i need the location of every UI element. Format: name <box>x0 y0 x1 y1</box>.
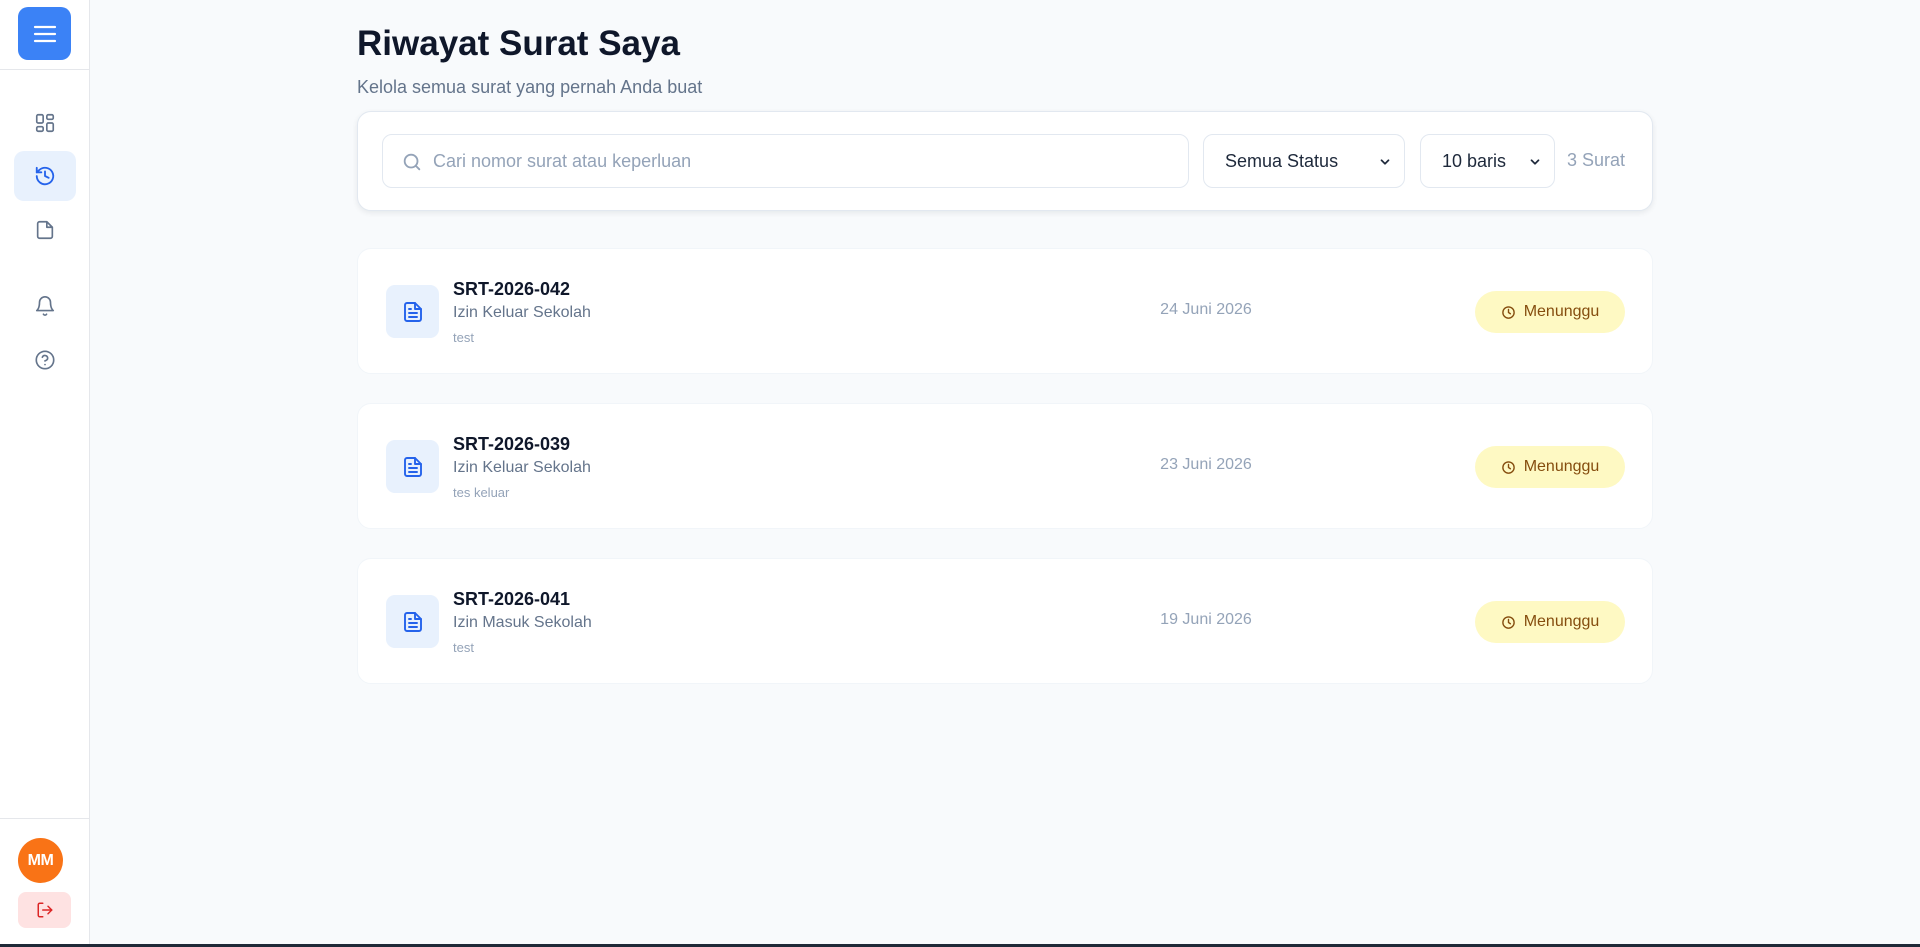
letter-date: 23 Juni 2026 <box>1160 456 1252 473</box>
filter-bar: Semua Status 10 baris 3 Surat <box>357 111 1653 211</box>
rows-per-page-select[interactable]: 10 baris <box>1420 134 1555 188</box>
status-badge: Menunggu <box>1475 291 1625 333</box>
chevron-down-icon <box>1380 159 1390 165</box>
search-icon <box>403 153 421 171</box>
clock-icon <box>1501 615 1515 629</box>
letter-icon-tile <box>386 285 439 338</box>
logout-button[interactable] <box>18 892 71 928</box>
help-icon <box>35 350 55 370</box>
menu-button[interactable] <box>18 7 71 60</box>
letter-note: test <box>453 640 474 655</box>
dashboard-icon <box>35 113 55 133</box>
letter-number: SRT-2026-039 <box>453 434 571 454</box>
rows-per-page-value: 10 baris <box>1442 150 1507 171</box>
letter-count: 3 Surat <box>1567 150 1626 170</box>
status-filter-value: Semua Status <box>1225 150 1339 171</box>
letter-type: Izin Keluar Sekolah <box>453 304 591 321</box>
sidebar-item-document[interactable] <box>14 205 76 255</box>
sidebar-item-dashboard[interactable] <box>14 98 76 148</box>
bell-icon <box>35 296 55 316</box>
menu-icon <box>33 25 56 42</box>
history-icon <box>35 166 55 186</box>
sidebar-item-history[interactable] <box>14 151 76 201</box>
status-label: Menunggu <box>1523 458 1600 475</box>
letter-card[interactable]: SRT-2026-042 Izin Keluar Sekolah test 24… <box>357 248 1653 374</box>
search-input[interactable] <box>433 135 1173 187</box>
sidebar-divider <box>0 69 90 70</box>
logout-icon <box>37 902 52 918</box>
user-avatar[interactable]: MM <box>18 838 63 883</box>
status-badge: Menunggu <box>1475 446 1625 488</box>
letter-date: 24 Juni 2026 <box>1160 301 1252 318</box>
status-label: Menunggu <box>1523 303 1600 320</box>
sidebar-item-notifications[interactable] <box>14 281 76 331</box>
status-label: Menunggu <box>1523 613 1600 630</box>
letter-card[interactable]: SRT-2026-041 Izin Masuk Sekolah test 19 … <box>357 558 1653 684</box>
file-text-icon <box>403 456 422 477</box>
letter-number: SRT-2026-042 <box>453 279 571 299</box>
file-text-icon <box>403 611 422 632</box>
letter-type: Izin Keluar Sekolah <box>453 459 591 476</box>
letter-note: test <box>453 330 474 345</box>
page-subtitle: Kelola semua surat yang pernah Anda buat <box>357 77 703 97</box>
page-title: Riwayat Surat Saya <box>357 24 680 63</box>
search-box[interactable] <box>382 134 1189 188</box>
status-filter-select[interactable]: Semua Status <box>1203 134 1405 188</box>
chevron-down-icon <box>1530 159 1540 165</box>
letter-icon-tile <box>386 595 439 648</box>
letter-type: Izin Masuk Sekolah <box>453 614 592 631</box>
sidebar-divider-bottom <box>0 818 90 819</box>
letter-note: tes keluar <box>453 485 510 500</box>
clock-icon <box>1501 460 1515 474</box>
letter-icon-tile <box>386 440 439 493</box>
status-badge: Menunggu <box>1475 601 1625 643</box>
letter-number: SRT-2026-041 <box>453 589 571 609</box>
file-text-icon <box>403 301 422 322</box>
letter-card[interactable]: SRT-2026-039 Izin Keluar Sekolah tes kel… <box>357 403 1653 529</box>
clock-icon <box>1501 305 1515 319</box>
sidebar: MM <box>0 0 90 945</box>
letter-date: 19 Juni 2026 <box>1160 611 1252 628</box>
document-icon <box>36 220 54 240</box>
sidebar-item-help[interactable] <box>14 335 76 385</box>
